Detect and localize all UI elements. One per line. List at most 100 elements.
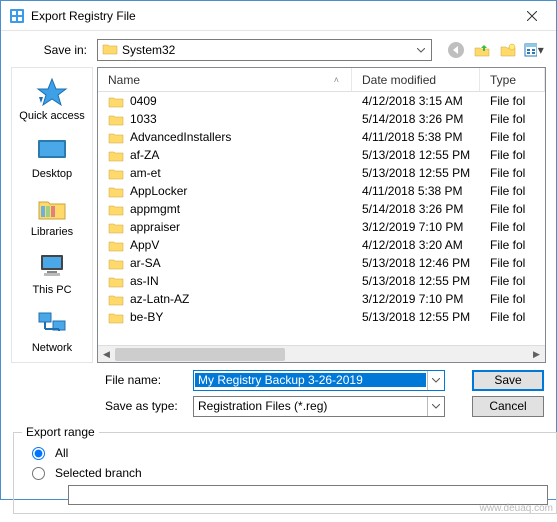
file-type: File fol [480,310,545,324]
chevron-down-icon: ▾ [537,43,545,57]
regedit-icon [9,8,25,24]
file-date: 3/12/2019 7:10 PM [352,220,480,234]
file-row[interactable]: az-Latn-AZ 3/12/2019 7:10 PMFile fol [98,290,545,308]
horizontal-scrollbar[interactable]: ◀ ▶ [98,345,545,362]
export-all-radio[interactable] [32,447,45,460]
file-name: af-ZA [130,148,159,162]
selected-branch-input[interactable] [68,485,548,505]
file-type: File fol [480,256,545,270]
file-row[interactable]: 10335/14/2018 3:26 PMFile fol [98,110,545,128]
scroll-right-button[interactable]: ▶ [528,346,545,363]
back-button[interactable] [444,39,468,61]
file-date: 4/12/2018 3:15 AM [352,94,480,108]
chevron-down-icon[interactable] [413,40,429,60]
file-row[interactable]: am-et5/13/2018 12:55 PMFile fol [98,164,545,182]
file-row[interactable]: AdvancedInstallers 4/11/2018 5:38 PMFile … [98,128,545,146]
places-bar: Quick access Desktop Libraries This PC Netwo… [11,67,93,363]
place-label: Desktop [32,168,72,180]
quickaccess-icon [35,76,69,108]
place-desktop[interactable]: Desktop [12,130,92,188]
file-name: appraiser [130,220,180,234]
file-name-value[interactable]: My Registry Backup 3-26-2019 [195,373,426,387]
file-name: AppV [130,238,159,252]
file-type: File fol [480,220,545,234]
file-row[interactable]: af-ZA 5/13/2018 12:55 PMFile fol [98,146,545,164]
file-type: File fol [480,202,545,216]
chevron-down-icon[interactable] [427,397,444,416]
chevron-down-icon[interactable] [427,371,444,390]
file-type: File fol [480,148,545,162]
window-title: Export Registry File [31,9,509,23]
desktop-icon [35,134,69,166]
place-label: This PC [32,284,71,296]
scroll-track[interactable] [115,346,528,363]
file-type: File fol [480,292,545,306]
place-network[interactable]: Network [12,304,92,362]
file-row[interactable]: ar-SA 5/13/2018 12:46 PMFile fol [98,254,545,272]
file-name: appmgmt [130,202,180,216]
file-type: File fol [480,274,545,288]
new-folder-button[interactable] [496,39,520,61]
place-libraries[interactable]: Libraries [12,188,92,246]
file-date: 5/14/2018 3:26 PM [352,202,480,216]
save-type-value: Registration Files (*.reg) [194,399,427,413]
file-row[interactable]: appmgmt 5/14/2018 3:26 PMFile fol [98,200,545,218]
export-all-option[interactable]: All [22,443,548,463]
file-name-input[interactable]: My Registry Backup 3-26-2019 [193,370,445,391]
scroll-thumb[interactable] [115,348,285,361]
up-one-level-button[interactable] [470,39,494,61]
file-date: 5/13/2018 12:55 PM [352,166,480,180]
place-quickaccess[interactable]: Quick access [12,72,92,130]
save-in-value: System32 [122,43,409,57]
column-type[interactable]: Type [480,68,545,91]
file-name: as-IN [130,274,159,288]
file-name: az-Latn-AZ [130,292,189,306]
file-name: ar-SA [130,256,161,270]
file-name: am-et [130,166,161,180]
file-type: File fol [480,130,545,144]
export-registry-dialog: Export Registry File Save in: System32 [0,0,557,500]
file-name: AppLocker [130,184,187,198]
save-in-label: Save in: [11,43,91,57]
file-name-label: File name: [105,373,185,387]
column-date[interactable]: Date modified [352,68,480,91]
view-menu-button[interactable]: ▾ [522,39,546,61]
file-date: 3/12/2019 7:10 PM [352,292,480,306]
place-label: Libraries [31,226,73,238]
save-button[interactable]: Save [472,370,544,391]
file-type: File fol [480,184,545,198]
save-type-combo[interactable]: Registration Files (*.reg) [193,396,445,417]
export-selected-radio[interactable] [32,467,45,480]
save-in-combo[interactable]: System32 [97,39,432,61]
scroll-left-button[interactable]: ◀ [98,346,115,363]
file-date: 5/13/2018 12:55 PM [352,148,480,162]
file-date: 5/13/2018 12:55 PM [352,274,480,288]
file-date: 5/13/2018 12:46 PM [352,256,480,270]
file-name: AdvancedInstallers [130,130,231,144]
place-label: Quick access [19,110,84,122]
list-header[interactable]: Name ˄ Date modified Type [98,68,545,92]
close-button[interactable] [509,1,554,30]
file-row[interactable]: AppV4/12/2018 3:20 AMFile fol [98,236,545,254]
file-row[interactable]: AppLocker 4/11/2018 5:38 PMFile fol [98,182,545,200]
file-date: 4/11/2018 5:38 PM [352,184,480,198]
file-date: 5/13/2018 12:55 PM [352,310,480,324]
cancel-button[interactable]: Cancel [472,396,544,417]
file-row[interactable]: 04094/12/2018 3:15 AMFile fol [98,92,545,110]
file-type: File fol [480,94,545,108]
file-date: 5/14/2018 3:26 PM [352,112,480,126]
sort-asc-icon: ˄ [334,75,339,85]
place-label: Network [32,342,72,354]
export-selected-option[interactable]: Selected branch [22,463,548,483]
file-row[interactable]: appraiser 3/12/2019 7:10 PMFile fol [98,218,545,236]
libraries-icon [35,192,69,224]
place-thispc[interactable]: This PC [12,246,92,304]
export-range-group: Export range All Selected branch [13,425,557,514]
file-type: File fol [480,112,545,126]
column-name[interactable]: Name ˄ [98,68,352,91]
file-date: 4/11/2018 5:38 PM [352,130,480,144]
file-row[interactable]: as-IN 5/13/2018 12:55 PMFile fol [98,272,545,290]
file-row[interactable]: be-BY5/13/2018 12:55 PMFile fol [98,308,545,326]
file-list[interactable]: Name ˄ Date modified Type 04094/12/2018 … [97,67,546,363]
titlebar[interactable]: Export Registry File [1,1,556,31]
